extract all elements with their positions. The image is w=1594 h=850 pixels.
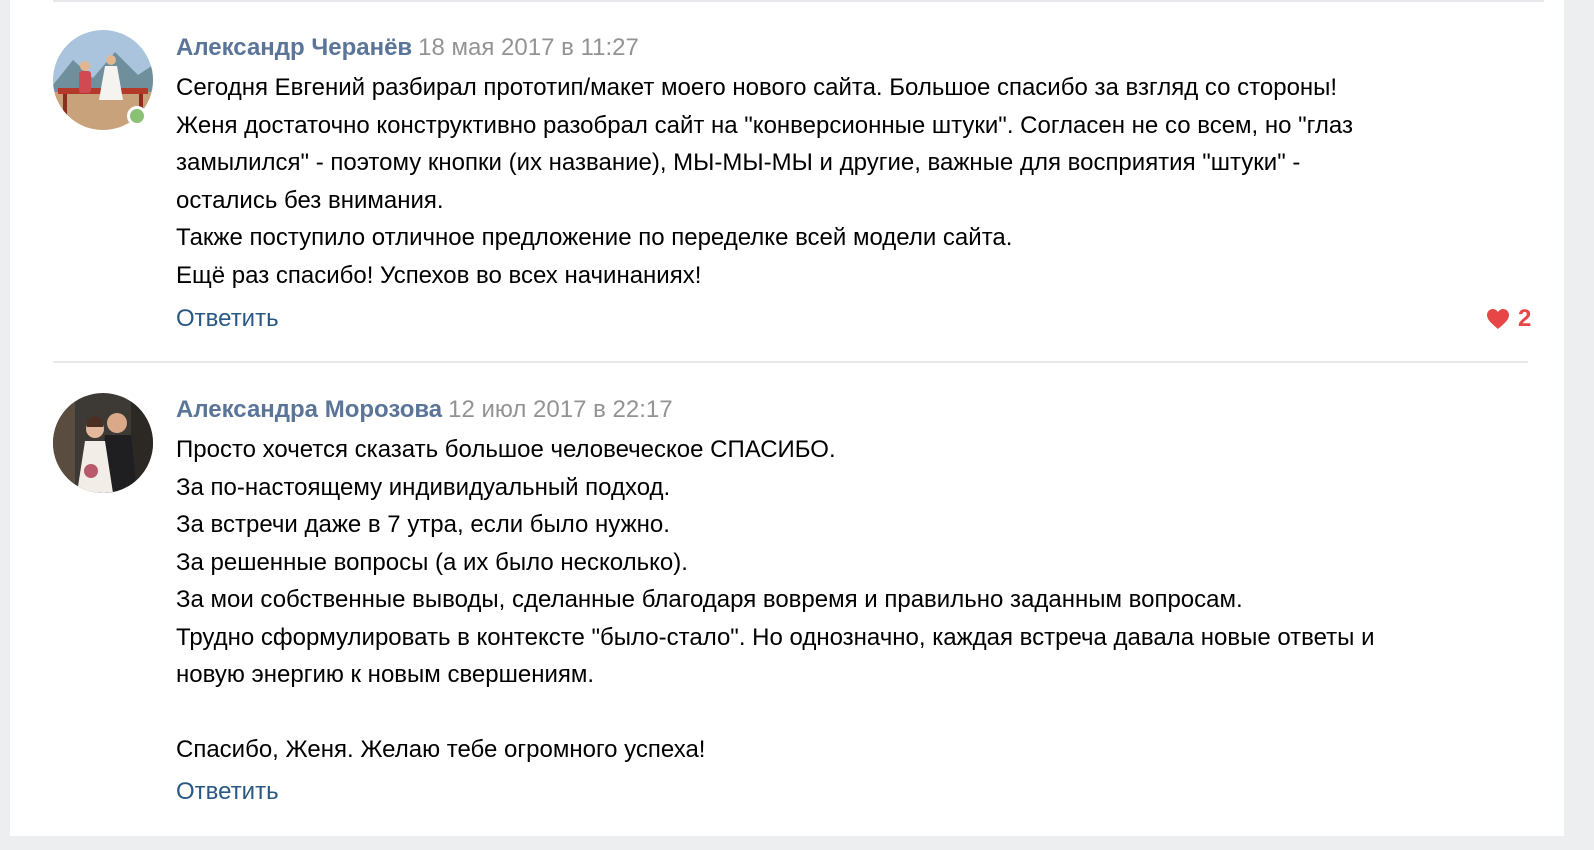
comment-meta: Александра Морозова 12 июл 2017 в 22:17: [176, 395, 673, 425]
comment-line: Просто хочется сказать большое человечес…: [176, 436, 836, 463]
comment-line: Также поступило отличное предложение по …: [176, 224, 1013, 251]
comment-line: Ещё раз спасибо! Успехов во всех начинан…: [176, 261, 702, 289]
like-button[interactable]: 2: [1486, 305, 1531, 333]
reply-link[interactable]: Ответить: [176, 777, 279, 807]
comment-line: За по-настоящему индивидуальный подход.: [176, 473, 671, 501]
comment-text: Сегодня Евгений разбирал прототип/макет …: [176, 69, 1546, 294]
comment-date[interactable]: 12 июл 2017 в 22:17: [448, 396, 672, 423]
comment-line: замылился" - поэтому кнопки (их название…: [176, 149, 1301, 176]
comment-line: Женя достаточно конструктивно разобрал с…: [176, 111, 1353, 139]
online-indicator: [127, 106, 147, 126]
comment-line: остались без внимания.: [176, 186, 444, 214]
comments-panel: Александр Черанёв 18 мая 2017 в 11:27 Сег…: [10, 0, 1564, 836]
comment-line: Трудно сформулировать в контексте "было-…: [176, 623, 1375, 651]
comment-text: Просто хочется сказать большое человечес…: [176, 431, 1546, 769]
comment-date[interactable]: 18 мая 2017 в 11:27: [418, 34, 639, 61]
avatar-photo: [53, 393, 153, 493]
heart-icon: [1487, 309, 1509, 329]
comment-line: За мои собственные выводы, сделанные бла…: [176, 586, 1243, 613]
comment-line: Спасибо, Женя. Желаю тебе огромного успе…: [176, 736, 706, 763]
comment-line: [176, 694, 1546, 732]
comment-divider: [53, 361, 1528, 363]
comment-item: Александра Морозова 12 июл 2017 в 22:17 П…: [10, 364, 1564, 836]
reply-link[interactable]: Ответить: [176, 304, 279, 334]
author-name[interactable]: Александр Черанёв: [176, 34, 412, 61]
comment-meta: Александр Черанёв 18 мая 2017 в 11:27: [176, 33, 639, 63]
author-name[interactable]: Александра Морозова: [176, 396, 442, 423]
avatar[interactable]: [53, 393, 153, 493]
comment-line: За решенные вопросы (а их было несколько…: [176, 548, 688, 576]
comment-line: За встречи даже в 7 утра, если было нужн…: [176, 511, 670, 538]
like-count: 2: [1518, 305, 1532, 332]
comment-item: Александр Черанёв 18 мая 2017 в 11:27 Сег…: [10, 0, 1564, 362]
comment-line: новую энергию к новым свершениям.: [176, 661, 595, 688]
comment-line: Сегодня Евгений разбирал прототип/макет …: [176, 74, 1338, 101]
